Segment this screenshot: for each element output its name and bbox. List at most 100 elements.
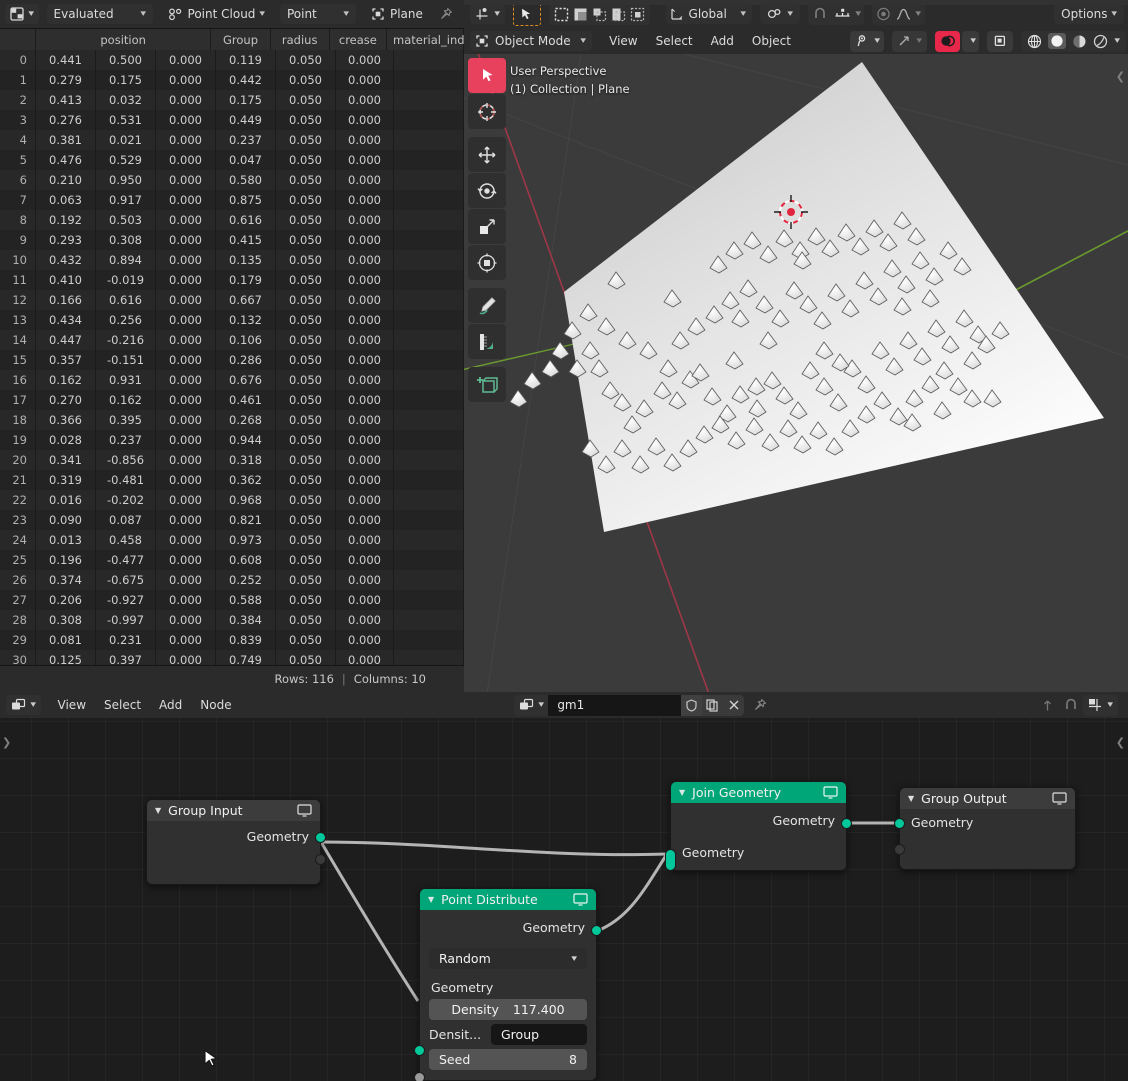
cell-position-x[interactable]: 0.016 [36, 490, 96, 510]
cell-position-x[interactable]: 0.476 [36, 150, 96, 170]
cell-position-y[interactable]: 0.308 [96, 230, 156, 250]
socket-virtual-out[interactable] [315, 854, 326, 865]
overlays-chevron[interactable]: ▾ [961, 30, 980, 52]
cell-radius[interactable]: 0.050 [276, 430, 336, 450]
cell-crease[interactable]: 0.000 [336, 210, 394, 230]
node-join-geometry-header[interactable]: ▼ Join Geometry [671, 782, 846, 803]
table-row[interactable]: 28 0.308 -0.997 0.000 0.384 0.050 0.000 [0, 610, 464, 630]
cell-position-z[interactable]: 0.000 [156, 70, 216, 90]
table-row[interactable]: 2 0.413 0.032 0.000 0.175 0.050 0.000 [0, 90, 464, 110]
cell-material-index[interactable] [394, 490, 464, 510]
cell-position-x[interactable]: 0.166 [36, 290, 96, 310]
cell-position-y[interactable]: -0.151 [96, 350, 156, 370]
cell-material-index[interactable] [394, 650, 464, 666]
table-row[interactable]: 27 0.206 -0.927 0.000 0.588 0.050 0.000 [0, 590, 464, 610]
cell-position-x[interactable]: 0.308 [36, 610, 96, 630]
unlink-icon[interactable] [723, 694, 745, 716]
table-row[interactable]: 7 0.063 0.917 0.000 0.875 0.050 0.000 [0, 190, 464, 210]
xray-toggle-icon[interactable] [987, 30, 1014, 52]
domain-select[interactable]: Point ▾ [279, 4, 356, 24]
cell-position-z[interactable]: 0.000 [156, 470, 216, 490]
node-menu-select[interactable]: Select [95, 695, 150, 715]
cell-position-y[interactable]: 0.256 [96, 310, 156, 330]
cell-group[interactable]: 0.415 [216, 230, 276, 250]
cell-group[interactable]: 0.132 [216, 310, 276, 330]
fake-user-icon[interactable] [681, 694, 703, 716]
table-row[interactable]: 22 0.016 -0.202 0.000 0.968 0.050 0.000 [0, 490, 464, 510]
cell-position-z[interactable]: 0.000 [156, 590, 216, 610]
cell-material-index[interactable] [394, 50, 464, 70]
cell-material-index[interactable] [394, 110, 464, 130]
viewport-menu-add[interactable]: Add [702, 31, 743, 51]
cell-group[interactable]: 0.608 [216, 550, 276, 570]
table-row[interactable]: 9 0.293 0.308 0.000 0.415 0.050 0.000 [0, 230, 464, 250]
cell-position-y[interactable]: 0.500 [96, 50, 156, 70]
table-row[interactable]: 16 0.162 0.931 0.000 0.676 0.050 0.000 [0, 370, 464, 390]
cell-radius[interactable]: 0.050 [276, 610, 336, 630]
spreadsheet-editor-type-icon[interactable]: ▾ [5, 4, 39, 24]
cell-position-y[interactable]: 0.231 [96, 630, 156, 650]
select-mode-group[interactable] [548, 3, 650, 25]
table-row[interactable]: 10 0.432 0.894 0.000 0.135 0.050 0.000 [0, 250, 464, 270]
column-header-group[interactable]: Group [211, 29, 271, 51]
cell-radius[interactable]: 0.050 [276, 470, 336, 490]
socket-geometry-in[interactable] [894, 818, 905, 829]
socket-geometry-out[interactable] [591, 925, 602, 936]
cell-material-index[interactable] [394, 210, 464, 230]
cell-position-x[interactable]: 0.432 [36, 250, 96, 270]
cell-radius[interactable]: 0.050 [276, 190, 336, 210]
cell-group[interactable]: 0.119 [216, 50, 276, 70]
cell-group[interactable]: 0.268 [216, 410, 276, 430]
cell-radius[interactable]: 0.050 [276, 410, 336, 430]
pin-icon[interactable] [438, 7, 453, 22]
add-cube-tool[interactable] [468, 367, 506, 402]
cell-crease[interactable]: 0.000 [336, 170, 394, 190]
cell-material-index[interactable] [394, 570, 464, 590]
pin-icon[interactable] [752, 698, 767, 713]
cell-position-x[interactable]: 0.413 [36, 90, 96, 110]
cursor-tool[interactable] [468, 94, 506, 129]
cell-position-x[interactable]: 0.366 [36, 410, 96, 430]
cell-position-y[interactable]: 0.087 [96, 510, 156, 530]
cell-material-index[interactable] [394, 90, 464, 110]
cell-crease[interactable]: 0.000 [336, 410, 394, 430]
cell-group[interactable]: 0.676 [216, 370, 276, 390]
table-row[interactable]: 3 0.276 0.531 0.000 0.449 0.050 0.000 [0, 110, 464, 130]
viewport-scene[interactable] [464, 54, 1128, 692]
density-slider[interactable]: Density 117.400 [429, 999, 587, 1020]
socket-geometry-out[interactable] [841, 818, 852, 829]
cell-group[interactable]: 0.442 [216, 70, 276, 90]
cell-position-x[interactable]: 0.192 [36, 210, 96, 230]
cell-position-y[interactable]: 0.531 [96, 110, 156, 130]
cell-group[interactable]: 0.749 [216, 650, 276, 666]
cell-position-y[interactable]: 0.529 [96, 150, 156, 170]
duplicate-icon[interactable] [702, 694, 724, 716]
select-set-icon[interactable] [554, 7, 569, 22]
cell-crease[interactable]: 0.000 [336, 110, 394, 130]
cell-crease[interactable]: 0.000 [336, 190, 394, 210]
node-join-geometry[interactable]: ▼ Join Geometry Geometry Geometry [665, 781, 852, 871]
spreadsheet-rows[interactable]: 0 0.441 0.500 0.000 0.119 0.050 0.000 1 0.279 0.1… [0, 50, 464, 666]
cell-position-y[interactable]: -0.927 [96, 590, 156, 610]
table-row[interactable]: 29 0.081 0.231 0.000 0.839 0.050 0.000 [0, 630, 464, 650]
cell-radius[interactable]: 0.050 [276, 90, 336, 110]
input-row-geometry[interactable]: Geometry [900, 811, 1075, 833]
cell-position-z[interactable]: 0.000 [156, 250, 216, 270]
cell-position-y[interactable]: 0.950 [96, 170, 156, 190]
cell-crease[interactable]: 0.000 [336, 290, 394, 310]
cell-position-y[interactable]: -0.675 [96, 570, 156, 590]
cell-position-x[interactable]: 0.125 [36, 650, 96, 666]
table-row[interactable]: 20 0.341 -0.856 0.000 0.318 0.050 0.000 [0, 450, 464, 470]
wireframe-shading-icon[interactable] [1027, 34, 1042, 49]
cell-position-y[interactable]: 0.458 [96, 530, 156, 550]
cell-material-index[interactable] [394, 550, 464, 570]
cell-position-y[interactable]: 0.616 [96, 290, 156, 310]
cell-radius[interactable]: 0.050 [276, 150, 336, 170]
collapse-triangle-icon[interactable]: ▼ [908, 794, 914, 803]
cell-radius[interactable]: 0.050 [276, 310, 336, 330]
cell-material-index[interactable] [394, 310, 464, 330]
cell-position-z[interactable]: 0.000 [156, 430, 216, 450]
cell-radius[interactable]: 0.050 [276, 210, 336, 230]
cell-crease[interactable]: 0.000 [336, 650, 394, 666]
cell-radius[interactable]: 0.050 [276, 530, 336, 550]
